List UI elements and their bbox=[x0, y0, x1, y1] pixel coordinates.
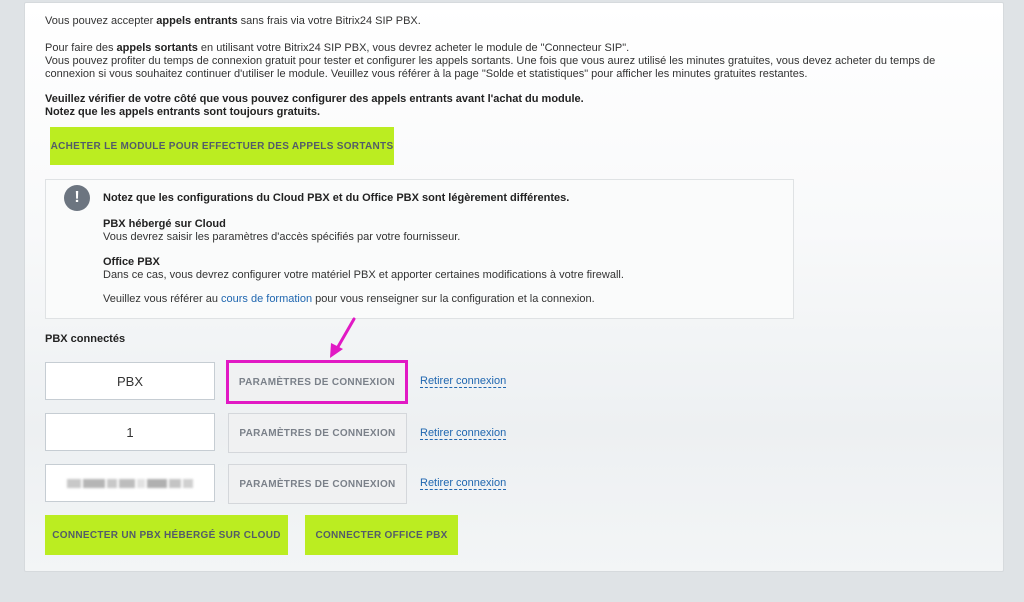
warning-line-2: Notez que les appels entrants sont toujo… bbox=[45, 106, 321, 118]
remove-connection-link[interactable]: Retirer connexion bbox=[420, 375, 507, 388]
intro-line-4: connexion si vous souhaitez continuer d'… bbox=[45, 68, 808, 80]
remove-connection-link[interactable]: Retirer connexion bbox=[420, 427, 507, 440]
office-pbx-text: Dans ce cas, vous devrez configurer votr… bbox=[103, 269, 624, 281]
pbx-name-field-redacted bbox=[45, 464, 215, 502]
connected-pbx-title: PBX connectés bbox=[45, 333, 126, 345]
office-pbx-title: Office PBX bbox=[103, 256, 160, 268]
cloud-pbx-text: Vous devrez saisir les paramètres d'accè… bbox=[103, 231, 461, 243]
info-footer: Veuillez vous référer au cours de format… bbox=[103, 293, 595, 305]
pbx-name-field: 1 bbox=[45, 413, 215, 451]
intro-line-3: Vous pouvez profiter du temps de connexi… bbox=[45, 55, 936, 67]
redacted-name bbox=[67, 478, 193, 488]
training-course-link[interactable]: cours de formation bbox=[221, 293, 312, 305]
connection-settings-button[interactable]: PARAMÈTRES DE CONNEXION bbox=[228, 413, 407, 453]
cloud-pbx-title: PBX hébergé sur Cloud bbox=[103, 218, 226, 230]
warning-line-1: Veuillez vérifier de votre côté que vous… bbox=[45, 93, 584, 105]
connection-settings-button[interactable]: PARAMÈTRES DE CONNEXION bbox=[226, 360, 408, 404]
connect-office-pbx-button[interactable]: CONNECTER OFFICE PBX bbox=[305, 515, 458, 555]
connect-cloud-pbx-button[interactable]: CONNECTER UN PBX HÉBERGÉ SUR CLOUD bbox=[45, 515, 288, 555]
info-heading: Notez que les configurations du Cloud PB… bbox=[103, 192, 570, 204]
remove-connection-link[interactable]: Retirer connexion bbox=[420, 477, 507, 490]
connection-settings-button[interactable]: PARAMÈTRES DE CONNEXION bbox=[228, 464, 407, 504]
intro-line-2: Pour faire des appels sortants en utilis… bbox=[45, 42, 630, 54]
intro-line-1: Vous pouvez accepter appels entrants san… bbox=[45, 15, 421, 27]
exclamation-icon: ! bbox=[64, 185, 90, 211]
annotation-arrow-icon bbox=[330, 317, 356, 358]
buy-module-button[interactable]: ACHETER LE MODULE POUR EFFECTUER DES APP… bbox=[50, 127, 394, 165]
pbx-name-field: PBX bbox=[45, 362, 215, 400]
